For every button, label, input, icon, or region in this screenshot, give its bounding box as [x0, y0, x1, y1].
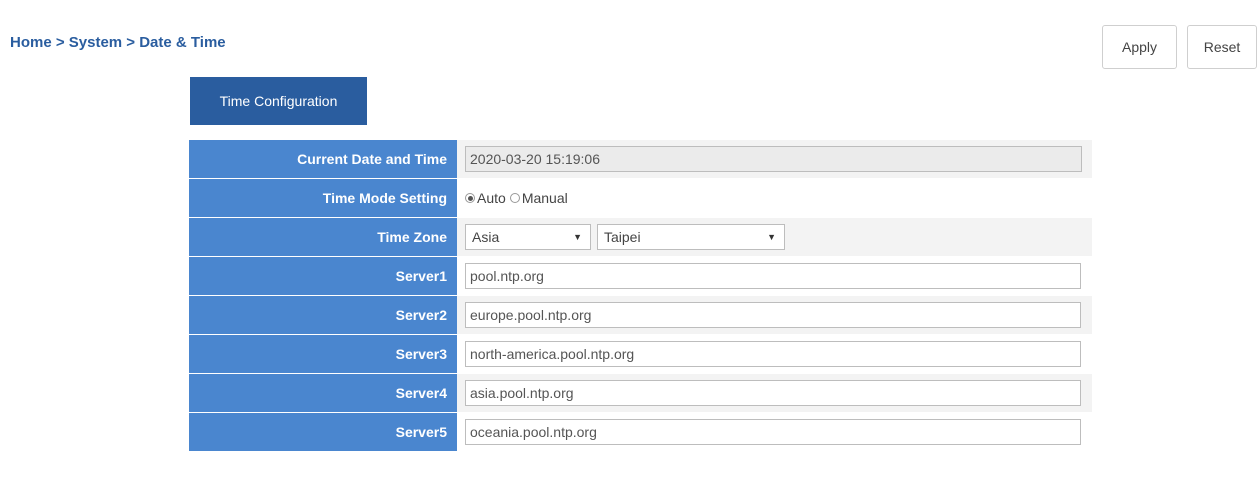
- server4-row: Server4: [189, 373, 1092, 412]
- server1-label: Server1: [189, 257, 457, 295]
- server5-cell: [457, 413, 1092, 451]
- time-zone-label: Time Zone: [189, 218, 457, 256]
- server5-label: Server5: [189, 413, 457, 451]
- manual-radio[interactable]: [509, 193, 520, 203]
- time-zone-region-value: Asia: [472, 229, 500, 245]
- server5-row: Server5: [189, 412, 1092, 451]
- auto-radio[interactable]: [465, 193, 475, 203]
- server3-row: Server3: [189, 334, 1092, 373]
- server3-input[interactable]: [465, 341, 1081, 367]
- server2-label: Server2: [189, 296, 457, 334]
- time-mode-cell: Auto Manual: [457, 179, 1092, 217]
- time-mode-row: Time Mode Setting Auto Manual: [189, 178, 1092, 217]
- chevron-down-icon: ▼: [573, 232, 582, 242]
- server1-row: Server1: [189, 256, 1092, 295]
- server2-row: Server2: [189, 295, 1092, 334]
- time-zone-region-select[interactable]: Asia ▼: [465, 224, 591, 250]
- apply-button[interactable]: Apply: [1102, 25, 1177, 69]
- manual-radio-label[interactable]: Manual: [522, 190, 568, 206]
- time-mode-radio-group: Auto Manual: [465, 190, 572, 206]
- server4-label: Server4: [189, 374, 457, 412]
- server3-label: Server3: [189, 335, 457, 373]
- server2-input[interactable]: [465, 302, 1081, 328]
- radio-selected-dot: [467, 195, 473, 201]
- server2-cell: [457, 296, 1092, 334]
- time-zone-row: Time Zone Asia ▼ Taipei ▼: [189, 217, 1092, 256]
- server1-cell: [457, 257, 1092, 295]
- breadcrumb[interactable]: Home > System > Date & Time: [10, 34, 226, 51]
- server4-cell: [457, 374, 1092, 412]
- current-datetime-row: Current Date and Time: [189, 139, 1092, 178]
- content-panel: Home > System > Date & Time Apply Reset …: [0, 0, 1260, 482]
- server5-input[interactable]: [465, 419, 1081, 445]
- server3-cell: [457, 335, 1092, 373]
- time-zone-city-select[interactable]: Taipei ▼: [597, 224, 785, 250]
- current-datetime-label: Current Date and Time: [189, 140, 457, 178]
- time-zone-city-value: Taipei: [604, 229, 641, 245]
- time-config-form: Current Date and Time Time Mode Setting …: [189, 139, 1092, 451]
- tab-time-configuration[interactable]: Time Configuration: [190, 77, 367, 125]
- current-datetime-cell: [457, 140, 1092, 178]
- server4-input[interactable]: [465, 380, 1081, 406]
- chevron-down-icon: ▼: [767, 232, 776, 242]
- current-datetime-field: [465, 146, 1082, 172]
- server1-input[interactable]: [465, 263, 1081, 289]
- reset-button[interactable]: Reset: [1187, 25, 1257, 69]
- auto-radio-label[interactable]: Auto: [477, 190, 506, 206]
- time-mode-label: Time Mode Setting: [189, 179, 457, 217]
- time-zone-cell: Asia ▼ Taipei ▼: [457, 218, 1092, 256]
